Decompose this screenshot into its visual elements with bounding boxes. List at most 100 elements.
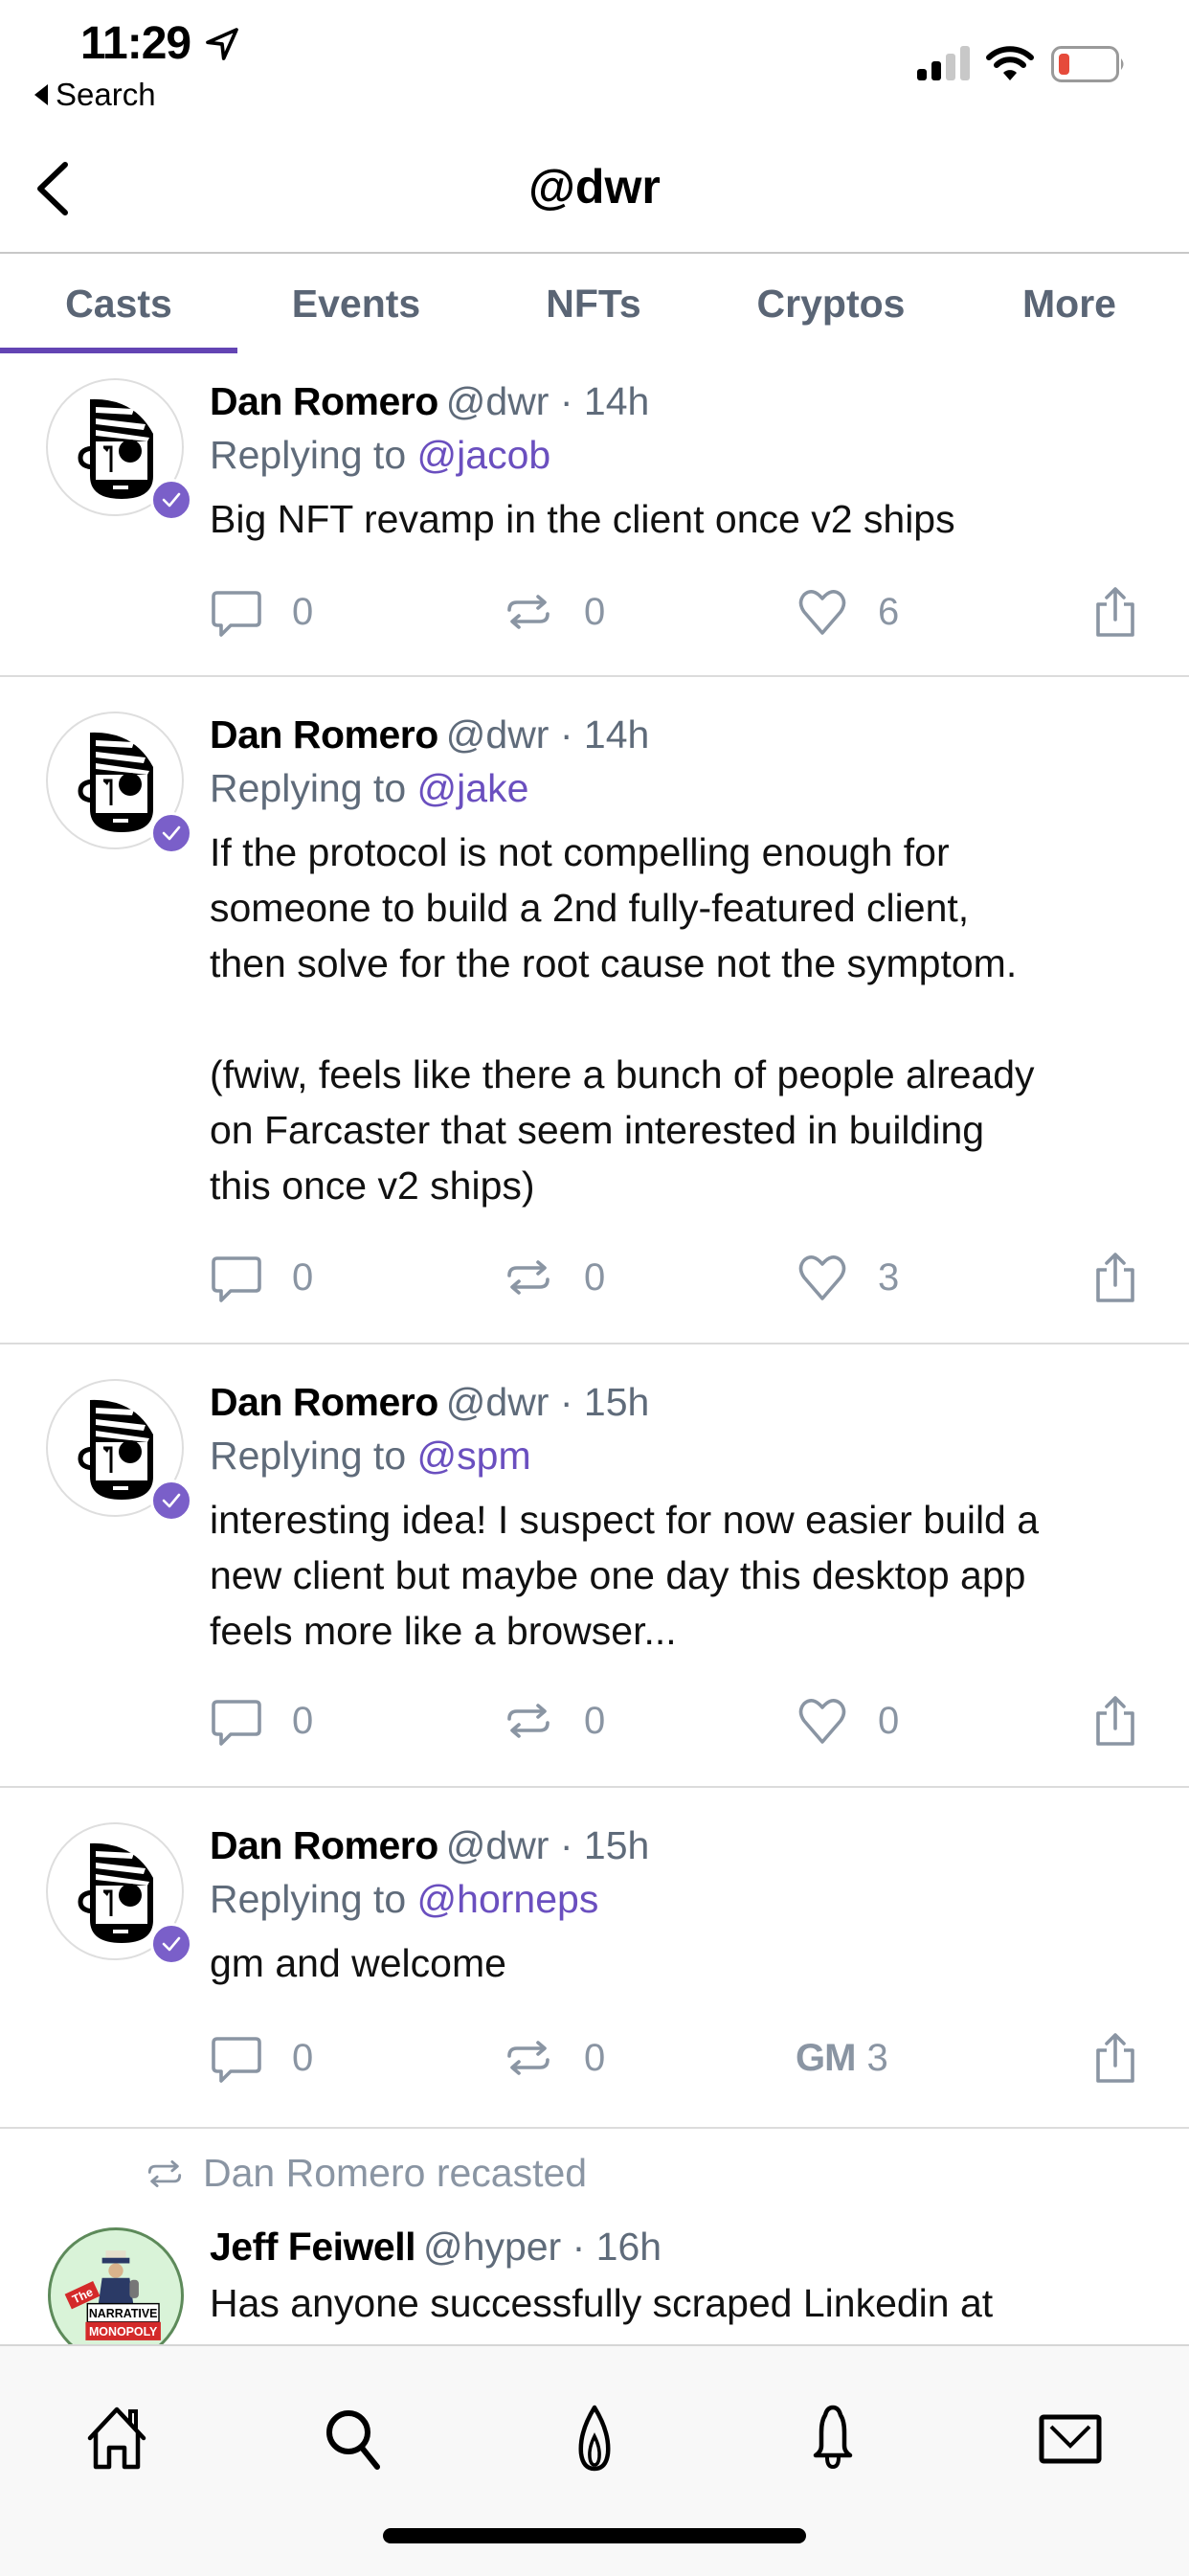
recast-count: 0 xyxy=(584,1699,606,1742)
pirate-avatar-icon xyxy=(77,1396,157,1502)
author-name[interactable]: Dan Romero xyxy=(210,379,438,423)
cast-item[interactable]: Dan Romero @dwr · 14h Replying to @jake I… xyxy=(0,677,1189,1344)
tab-cryptos-label: Cryptos xyxy=(756,281,906,326)
reply-button[interactable]: 0 xyxy=(210,1692,313,1750)
cast-actions: 0 0 0 xyxy=(210,1692,1138,1750)
reply-button[interactable]: 0 xyxy=(210,583,313,641)
reply-count: 0 xyxy=(292,1255,314,1299)
tab-events[interactable]: Events xyxy=(237,254,475,353)
pirate-avatar-icon xyxy=(77,729,157,834)
cast-header: Dan Romero @dwr · 15h xyxy=(210,1819,1151,1872)
tab-nfts[interactable]: NFTs xyxy=(475,254,712,353)
recast-count: 0 xyxy=(584,1255,606,1299)
cast-item[interactable]: Dan Romero @dwr · 15h Replying to @spm in… xyxy=(0,1344,1189,1788)
tab-nfts-label: NFTs xyxy=(546,281,641,326)
share-button[interactable] xyxy=(1088,583,1142,641)
verified-badge xyxy=(150,812,192,854)
comment-icon xyxy=(212,591,261,637)
share-icon xyxy=(1096,587,1134,637)
share-button[interactable] xyxy=(1088,1249,1142,1306)
author-name[interactable]: Jeff Feiwell xyxy=(210,2225,416,2269)
author-handle: @dwr · 15h xyxy=(445,1380,650,1424)
pirate-avatar-icon xyxy=(77,395,157,501)
battery-low-icon xyxy=(1051,46,1124,82)
tab-search[interactable] xyxy=(316,2400,393,2476)
flame-icon xyxy=(578,2405,611,2472)
mention-link[interactable]: @spm xyxy=(417,1434,531,1478)
like-count: 6 xyxy=(878,590,900,633)
back-to-app-link[interactable]: Search xyxy=(34,77,156,113)
like-button[interactable]: 6 xyxy=(796,583,899,641)
verified-badge xyxy=(150,479,192,521)
heart-icon xyxy=(798,1255,846,1300)
recast-button[interactable]: 0 xyxy=(502,583,605,641)
cellular-signal-icon xyxy=(917,46,970,80)
replying-to: Replying to @jacob xyxy=(210,433,551,477)
tab-more[interactable]: More xyxy=(950,254,1189,353)
tab-home[interactable] xyxy=(79,2400,155,2476)
cast-header: Dan Romero @dwr · 15h xyxy=(210,1375,1151,1429)
tab-casts[interactable]: Casts xyxy=(0,254,237,353)
cast-item[interactable]: Dan Romero @dwr · 14h Replying to @jacob … xyxy=(0,353,1189,677)
author-name[interactable]: Dan Romero xyxy=(210,712,438,757)
reply-button[interactable]: 0 xyxy=(210,1249,313,1306)
mention-link[interactable]: @jake xyxy=(417,766,529,810)
author-handle: @dwr · 14h xyxy=(445,379,650,423)
cast-content: Dan Romero @dwr · 15h Replying to @hornep… xyxy=(210,1819,1151,1991)
recast-icon xyxy=(507,595,550,629)
avatar[interactable] xyxy=(46,378,192,521)
heart-icon xyxy=(798,1699,846,1744)
wifi-icon xyxy=(986,46,1034,80)
author-name[interactable]: Dan Romero xyxy=(210,1380,438,1424)
share-button[interactable] xyxy=(1088,2029,1142,2087)
heart-icon xyxy=(798,589,846,635)
location-arrow-icon xyxy=(206,28,238,60)
recast-icon xyxy=(507,2041,550,2075)
pirate-avatar-icon xyxy=(77,1840,157,1945)
recast-icon xyxy=(507,1260,550,1295)
home-icon xyxy=(87,2407,146,2470)
check-icon xyxy=(162,1936,181,1952)
avatar[interactable] xyxy=(46,1379,192,1522)
recast-button[interactable]: 0 xyxy=(502,1249,605,1306)
gm-button[interactable]: GM 3 xyxy=(796,2029,888,2087)
author-handle: @hyper · 16h xyxy=(423,2225,662,2269)
like-button[interactable]: 3 xyxy=(796,1249,899,1306)
like-button[interactable]: 0 xyxy=(796,1692,899,1750)
author-handle: @dwr · 14h xyxy=(445,712,650,757)
tab-trending[interactable] xyxy=(556,2400,633,2476)
cast-actions: 0 0 GM 3 xyxy=(210,2029,1138,2087)
home-indicator[interactable] xyxy=(383,2528,806,2543)
recast-button[interactable]: 0 xyxy=(502,2029,605,2087)
search-icon xyxy=(326,2410,380,2470)
reply-button[interactable]: 0 xyxy=(210,2029,313,2087)
share-icon xyxy=(1096,2033,1134,2083)
tab-messages[interactable] xyxy=(1032,2400,1109,2476)
tab-more-label: More xyxy=(1022,281,1116,326)
check-icon xyxy=(162,1493,181,1508)
mention-link[interactable]: @jacob xyxy=(417,433,551,477)
avatar[interactable]: The NARRATIVE MONOPOLY xyxy=(48,2227,184,2363)
cast-text: If the protocol is not compelling enough… xyxy=(210,830,1035,1208)
recast-cast-content[interactable]: Jeff Feiwell @hyper · 16h Has anyone succ… xyxy=(210,2220,1151,2331)
avatar[interactable] xyxy=(46,1822,192,1965)
like-count: 0 xyxy=(878,1699,900,1742)
author-name[interactable]: Dan Romero xyxy=(210,1823,438,1867)
recast-button[interactable]: 0 xyxy=(502,1692,605,1750)
page-title: @dwr xyxy=(528,160,661,214)
gm-icon: GM xyxy=(796,2036,856,2079)
reply-count: 0 xyxy=(292,590,314,633)
avatar-narrative-text: NARRATIVE xyxy=(89,2307,158,2320)
status-time: 11:29 xyxy=(80,18,191,69)
share-button[interactable] xyxy=(1088,1692,1142,1750)
mail-icon xyxy=(1039,2414,1102,2464)
avatar[interactable] xyxy=(46,712,192,854)
avatar-monopoly-text: MONOPOLY xyxy=(89,2325,158,2339)
mention-link[interactable]: @horneps xyxy=(417,1877,599,1921)
tab-notifications[interactable] xyxy=(795,2400,871,2476)
check-icon xyxy=(162,492,181,508)
cast-item[interactable]: Dan Romero @dwr · 15h Replying to @hornep… xyxy=(0,1788,1189,2129)
replying-to: Replying to @jake xyxy=(210,766,529,810)
tab-cryptos[interactable]: Cryptos xyxy=(712,254,950,353)
tab-casts-label: Casts xyxy=(65,281,172,326)
